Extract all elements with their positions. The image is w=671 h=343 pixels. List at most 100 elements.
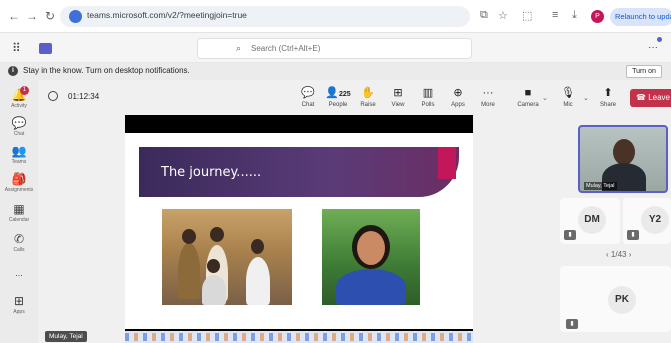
participant-avatar: Y2: [641, 206, 669, 234]
rail-label-apps: Apps: [13, 309, 25, 315]
bell-icon: 🔔: [11, 88, 27, 102]
url-text: teams.microsoft.com/v2/?meetingjoin=true: [87, 10, 247, 20]
leave-button[interactable]: ☎ Leave: [630, 89, 671, 107]
install-app-icon[interactable]: ⧉: [480, 9, 488, 22]
group-photo: [162, 209, 292, 305]
rail-item-calls[interactable]: ✆ Calls: [0, 232, 38, 253]
taskbar-icons: [125, 333, 473, 341]
rail-label-assignments: Assignments: [4, 187, 34, 193]
download-icon[interactable]: ⤓: [572, 9, 577, 22]
participant-tile[interactable]: PK ▮: [560, 266, 671, 332]
extensions-icon[interactable]: ⬚: [522, 9, 532, 22]
address-bar[interactable]: teams.microsoft.com/v2/?meetingjoin=true: [60, 6, 470, 27]
mic-button[interactable]: 🎙 Mic: [553, 86, 583, 108]
rail-item-apps[interactable]: ⊞ Apps: [0, 294, 38, 315]
teams-logo-icon: [39, 43, 52, 54]
camera-off-icon: ■: [524, 87, 532, 99]
participant-avatar: DM: [578, 206, 606, 234]
self-head: [613, 139, 635, 165]
chat-button[interactable]: 💬 Chat: [293, 86, 323, 108]
people-label: People: [328, 102, 348, 108]
person-figure: [202, 275, 226, 305]
bookmark-star-icon[interactable]: ☆: [498, 9, 508, 22]
relaunch-button[interactable]: Relaunch to update: [610, 8, 671, 26]
person-head: [251, 239, 264, 254]
rail-label-chat: Chat: [13, 131, 25, 137]
profile-avatar[interactable]: P: [591, 10, 604, 23]
rail-item-assignments[interactable]: 🎒 Assignments: [0, 172, 38, 193]
person-face: [357, 231, 385, 265]
rail-item-chat[interactable]: 💬 Chat: [0, 116, 38, 137]
self-video-tile[interactable]: Mulay, Tejal: [578, 125, 668, 193]
raise-hand-button[interactable]: ✋ Raise: [353, 86, 383, 108]
settings-more-icon[interactable]: ···: [648, 42, 658, 53]
person-figure: [336, 269, 406, 305]
camera-button[interactable]: ■ Camera: [513, 86, 543, 108]
phone-icon: ✆: [13, 232, 25, 246]
polls-button[interactable]: ▥ Polls: [413, 86, 443, 108]
search-placeholder: Search (Ctrl+Alt+E): [251, 44, 321, 53]
shared-screen: The journey...... ◂▸◻◻◻⌕: [125, 115, 473, 343]
app-rail: 🔔 1 Activity 💬 Chat 👥 Teams 🎒 Assignment…: [0, 80, 38, 343]
more-icon: ···: [482, 87, 494, 99]
rail-label-calendar: Calendar: [8, 217, 30, 223]
mic-options-chevron-icon[interactable]: ⌄: [583, 94, 589, 102]
participant-tile[interactable]: DM ▮: [560, 198, 620, 244]
person-head: [182, 229, 196, 244]
polls-icon: ▥: [422, 87, 434, 99]
notification-message: Stay in the know. Turn on desktop notifi…: [23, 66, 190, 75]
rail-item-activity[interactable]: 🔔 1 Activity: [0, 86, 38, 109]
participant-tile[interactable]: Y2 ▮: [623, 198, 671, 244]
add-apps-icon: ⊕: [453, 87, 463, 99]
presenter-taskbar: [125, 331, 473, 343]
apps-button[interactable]: ⊕ Apps: [443, 86, 473, 108]
camera-options-chevron-icon[interactable]: ⌄: [542, 94, 548, 102]
more-actions-button[interactable]: ··· More: [473, 86, 503, 108]
slide-title: The journey......: [161, 165, 262, 180]
apps-icon: ⊞: [13, 294, 25, 308]
calendar-icon: ▦: [13, 202, 25, 216]
people-button[interactable]: 👤225 People: [323, 86, 353, 108]
view-button[interactable]: ⊞ View: [383, 86, 413, 108]
person-head: [207, 259, 220, 273]
rail-item-calendar[interactable]: ▦ Calendar: [0, 202, 38, 223]
app-launcher-icon[interactable]: ⠿: [12, 41, 21, 55]
share-button[interactable]: ⬆ Share: [593, 86, 623, 108]
person-figure: [246, 257, 270, 305]
teams-icon: 👥: [11, 144, 27, 158]
more-label: More: [481, 102, 495, 108]
chat-icon: 💬: [301, 87, 315, 99]
meeting-timer-icon: [48, 91, 58, 101]
activity-badge: 1: [20, 86, 29, 95]
forward-icon[interactable]: →: [26, 9, 38, 23]
chat-label: Chat: [301, 102, 315, 108]
muted-mic-icon: ▮: [627, 230, 639, 240]
participants-pager[interactable]: ‹ 1/43 ›: [606, 250, 631, 259]
raise-label: Raise: [360, 102, 376, 108]
reading-list-icon[interactable]: ≡: [552, 9, 558, 21]
self-name-tag: Mulay, Tejal: [584, 182, 617, 190]
polls-label: Polls: [421, 102, 435, 108]
teams-header: ⠿ ⌕ Search (Ctrl+Alt+E) ···: [0, 33, 671, 63]
share-label: Share: [599, 102, 616, 108]
person-figure: [178, 243, 200, 299]
raise-hand-icon: ✋: [361, 87, 375, 99]
rail-item-teams[interactable]: 👥 Teams: [0, 144, 38, 165]
portrait-photo: [322, 209, 420, 305]
rail-item-more[interactable]: ...: [0, 266, 38, 280]
site-info-icon[interactable]: [69, 10, 82, 23]
search-icon: ⌕: [236, 43, 242, 53]
rail-label-teams: Teams: [11, 159, 27, 165]
mic-label: Mic: [563, 102, 573, 108]
reload-icon[interactable]: ↻: [45, 9, 55, 23]
muted-mic-icon: ▮: [566, 319, 578, 329]
apps-label: Apps: [451, 102, 465, 108]
search-input[interactable]: ⌕ Search (Ctrl+Alt+E): [197, 38, 472, 59]
more-icon: ...: [15, 268, 23, 278]
person-head: [210, 227, 224, 242]
chat-icon: 💬: [11, 116, 27, 130]
hang-up-icon: ☎: [636, 93, 649, 102]
back-icon[interactable]: ←: [8, 9, 20, 23]
meeting-timer: 01:12:34: [68, 92, 100, 101]
turn-on-button[interactable]: Turn on: [626, 65, 662, 78]
